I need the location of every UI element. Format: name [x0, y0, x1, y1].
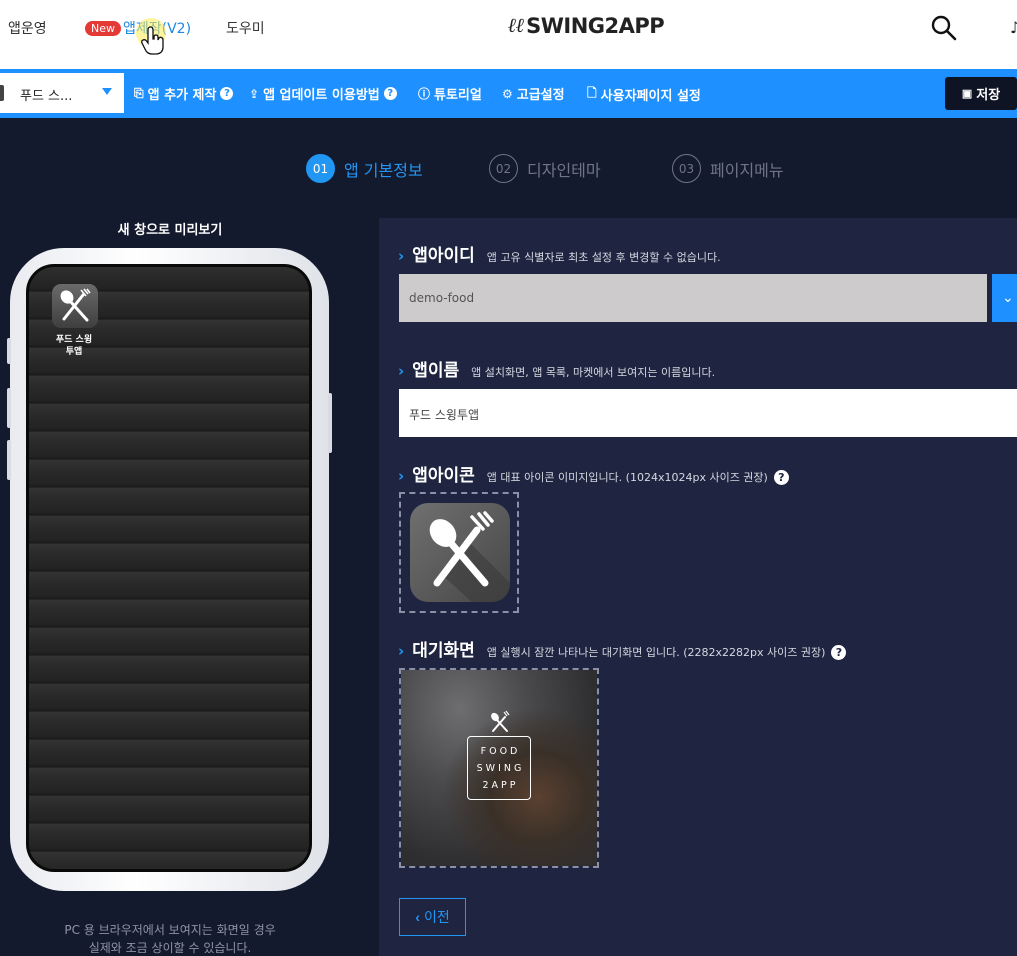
advanced-settings-label: 고급설정	[516, 88, 565, 103]
app-name-desc: 앱 설치화면, 앱 목록, 마켓에서 보여지는 이름입니다.	[471, 366, 716, 379]
splash-header: › 대기화면 앱 실행시 잠깐 나타나는 대기화면 입니다. (2282x228…	[398, 636, 847, 661]
splash-logo-box: FOOD SWING 2APP	[467, 736, 531, 800]
search-icon[interactable]	[930, 14, 958, 42]
preview-note-line2: 실제와 조금 상이할 수 있습니다.	[88, 941, 252, 955]
tutorial-label: 튜토리얼	[434, 88, 482, 103]
nav-item-help[interactable]: 도우미	[226, 18, 265, 38]
app-name-title: 앱이름	[412, 361, 460, 381]
step-number: 03	[672, 154, 701, 183]
preview-note: PC 용 브라우저에서 보여지는 화면일 경우 실제와 조금 상이할 수 있습니…	[0, 921, 340, 956]
step-page-menu[interactable]: 03 페이지메뉴	[672, 154, 784, 183]
question-circle-icon: ⓘ	[418, 87, 431, 101]
app-id-check-button[interactable]: ⌄	[992, 274, 1017, 322]
advanced-settings-button[interactable]: ⚙ 고급설정	[502, 84, 565, 104]
splash-image: FOOD SWING 2APP	[401, 670, 597, 866]
app-name-input[interactable]: 푸드 스윙투앱	[399, 389, 1017, 437]
chevron-down-icon: ⌄	[1002, 290, 1014, 306]
help-icon[interactable]: ?	[831, 645, 847, 660]
chevron-right-icon: ›	[398, 467, 405, 485]
tutorial-button[interactable]: ⓘ 튜토리얼	[418, 84, 482, 103]
hand-cursor-icon	[141, 26, 164, 55]
app-name-header: › 앱이름 앱 설치화면, 앱 목록, 마켓에서 보여지는 이름입니다.	[398, 356, 715, 381]
editor-toolbar: 푸드 스... ⎘ 앱 추가 제작 ? ⇪ 앱 업데이트 이용방법 ? ⓘ 튜토…	[0, 69, 1017, 118]
app-icon-image	[410, 503, 510, 602]
chevron-right-icon: ›	[398, 362, 405, 380]
prev-button[interactable]: ‹ 이전	[399, 898, 466, 936]
splash-upload[interactable]: FOOD SWING 2APP	[399, 668, 599, 868]
floppy-icon: ▣	[961, 88, 973, 100]
app-home-label-line1: 푸드 스윙	[55, 335, 93, 345]
preview-note-line1: PC 용 브라우저에서 보여지는 화면일 경우	[64, 923, 276, 937]
app-home-label: 푸드 스윙 투앱	[36, 334, 112, 358]
fork-spoon-icon	[491, 710, 510, 732]
logo-text: SWING2APP	[526, 13, 665, 38]
app-icon-header: › 앱아이콘 앱 대표 아이콘 이미지입니다. (1024x1024px 사이즈…	[398, 461, 789, 486]
app-icon-desc: 앱 대표 아이콘 이미지입니다. (1024x1024px 사이즈 권장)	[486, 471, 768, 484]
help-icon[interactable]: ?	[220, 87, 234, 100]
gear-icon: ⚙	[502, 86, 513, 101]
app-home-icon[interactable]	[52, 284, 98, 328]
nav-item-app-operation[interactable]: 앱운영	[8, 18, 47, 38]
top-navigation: 앱운영 New앱제작(V2) 도우미 ℓℓ SWING2APP ♪	[0, 0, 1017, 69]
add-app-button[interactable]: ⎘ 앱 추가 제작 ?	[134, 84, 234, 103]
splash-logo-line: FOOD	[480, 746, 521, 757]
step-label: 앱 기본정보	[344, 160, 423, 180]
update-guide-button[interactable]: ⇪ 앱 업데이트 이용방법 ?	[249, 84, 397, 103]
step-basic-info[interactable]: 01 앱 기본정보	[306, 154, 423, 183]
phone-preview: 푸드 스윙 투앱	[7, 248, 332, 891]
save-label: 저장	[976, 87, 1001, 102]
phone-button	[7, 440, 11, 480]
app-icon-upload[interactable]	[399, 492, 519, 613]
splash-desc: 앱 실행시 잠깐 나타나는 대기화면 입니다. (2282x2282px 사이즈…	[486, 646, 826, 659]
step-design-theme[interactable]: 02 디자인테마	[489, 154, 601, 183]
step-label: 디자인테마	[527, 160, 601, 180]
logo-mark: ℓℓ	[508, 13, 525, 37]
chevron-right-icon: ›	[398, 642, 405, 660]
update-guide-label: 앱 업데이트 이용방법	[263, 88, 380, 103]
app-id-desc: 앱 고유 식별자로 최초 설정 후 변경할 수 없습니다.	[486, 251, 721, 264]
step-label: 페이지메뉴	[710, 160, 784, 180]
app-select-value: 푸드 스...	[20, 89, 73, 104]
splash-title: 대기화면	[412, 641, 475, 661]
select-edge	[0, 85, 4, 101]
user-page-settings-label: 사용자페이지 설정	[600, 89, 701, 104]
user-icon[interactable]: ♪	[1010, 18, 1017, 37]
step-number: 01	[306, 154, 335, 183]
caret-down-icon	[102, 88, 112, 95]
app-id-header: › 앱아이디 앱 고유 식별자로 최초 설정 후 변경할 수 없습니다.	[398, 241, 721, 266]
chevron-left-icon: ‹	[415, 909, 420, 925]
phone-button	[328, 393, 332, 453]
phone-button	[7, 388, 11, 428]
fork-spoon-icon	[60, 288, 91, 322]
app-select-dropdown[interactable]: 푸드 스...	[0, 73, 124, 113]
app-icon-title: 앱아이콘	[412, 466, 475, 486]
app-home-label-line2: 투앱	[65, 347, 83, 357]
new-badge: New	[85, 21, 121, 36]
chevron-right-icon: ›	[398, 247, 405, 265]
step-number: 02	[489, 154, 518, 183]
preview-new-window-link[interactable]: 새 창으로 미리보기	[0, 219, 340, 238]
splash-logo-line: SWING	[476, 763, 525, 774]
user-page-settings-button[interactable]: 🗋 사용자페이지 설정	[587, 84, 701, 105]
help-icon[interactable]: ?	[773, 470, 789, 485]
phone-button	[7, 338, 11, 364]
prev-label: 이전	[423, 909, 450, 925]
app-id-field: demo-food	[399, 274, 987, 322]
fork-spoon-icon	[429, 511, 510, 602]
splash-logo-line: 2APP	[482, 780, 519, 791]
document-icon: 🗋	[587, 86, 597, 100]
add-app-label: 앱 추가 제작	[147, 88, 217, 103]
upload-icon: ⇪	[249, 86, 260, 101]
phone-screen: 푸드 스윙 투앱	[26, 264, 312, 872]
help-icon[interactable]: ?	[383, 87, 397, 100]
app-id-title: 앱아이디	[412, 246, 475, 266]
swing2app-logo[interactable]: ℓℓ SWING2APP	[508, 13, 665, 38]
save-button[interactable]: ▣ 저장	[945, 77, 1017, 110]
copy-icon: ⎘	[134, 86, 144, 100]
